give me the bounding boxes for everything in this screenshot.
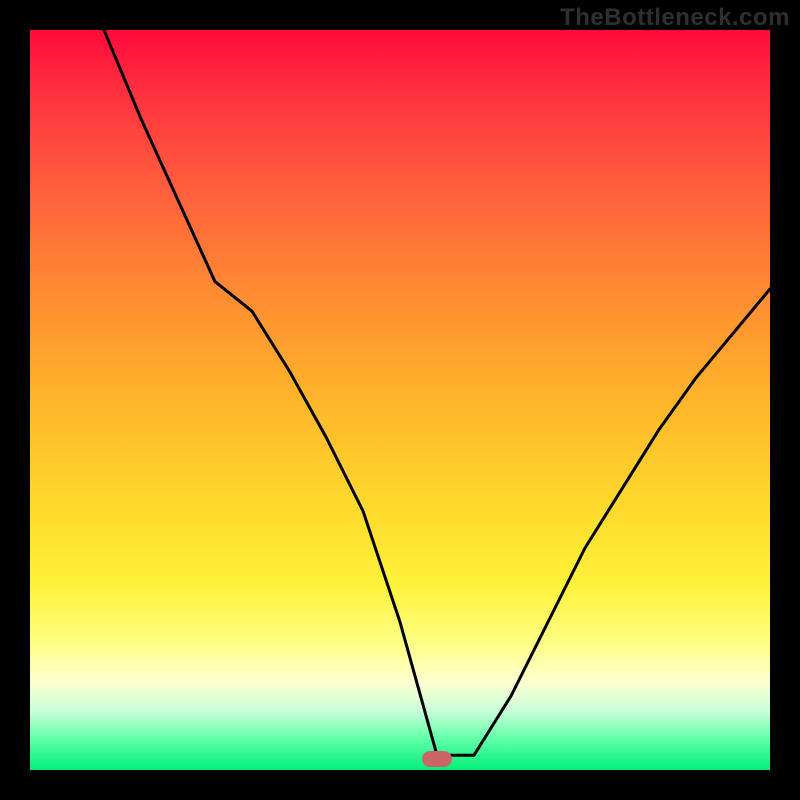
chart-frame: TheBottleneck.com [0,0,800,800]
watermark-text: TheBottleneck.com [560,4,790,32]
bottleneck-curve [30,30,770,770]
plot-area [30,30,770,770]
optimal-point-marker [422,751,452,767]
